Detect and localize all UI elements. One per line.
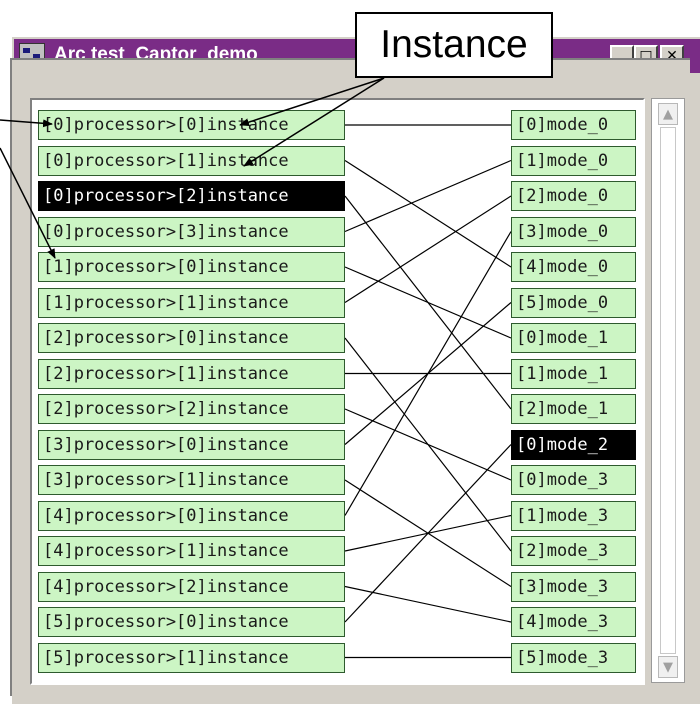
left-list-item[interactable]: [2]processor>[1]instance <box>38 358 345 389</box>
right-list-item[interactable]: [0]mode_2 <box>511 429 636 460</box>
right-list-item[interactable]: [1]mode_0 <box>511 145 636 176</box>
left-list-item[interactable]: [0]processor>[0]instance <box>38 110 345 140</box>
right-list-item[interactable]: [2]mode_0 <box>511 181 636 211</box>
left-list-item[interactable]: [0]processor>[2]instance <box>38 181 345 211</box>
left-list-item[interactable]: [1]processor>[0]instance <box>38 252 345 282</box>
left-list-item[interactable]: [3]processor>[0]instance <box>38 429 345 460</box>
right-list-item[interactable]: [0]mode_1 <box>511 323 636 353</box>
right-list-item[interactable]: [1]mode_1 <box>511 358 636 389</box>
left-list-item[interactable]: [1]processor>[1]instance <box>38 287 345 318</box>
instance-callout: Instance <box>355 12 553 78</box>
right-list-item[interactable]: [3]mode_3 <box>511 571 636 602</box>
right-list-item[interactable]: [4]mode_0 <box>511 252 636 282</box>
left-list-item[interactable]: [5]processor>[0]instance <box>38 607 345 637</box>
right-list-item[interactable]: [5]mode_0 <box>511 287 636 318</box>
right-list-item[interactable]: [5]mode_3 <box>511 642 636 673</box>
left-list-item[interactable]: [0]processor>[3]instance <box>38 216 345 247</box>
left-list-item[interactable]: [4]processor>[1]instance <box>38 536 345 566</box>
left-list-item[interactable]: [5]processor>[1]instance <box>38 642 345 673</box>
left-list-item[interactable]: [0]processor>[1]instance <box>38 145 345 176</box>
right-list-item[interactable]: [0]mode_3 <box>511 465 636 495</box>
left-list-item[interactable]: [2]processor>[0]instance <box>38 323 345 353</box>
scroll-up-arrow-icon[interactable]: ▲ <box>658 103 678 125</box>
right-list-item[interactable]: [4]mode_3 <box>511 607 636 637</box>
right-list-item[interactable]: [2]mode_1 <box>511 394 636 424</box>
right-list-item[interactable]: [2]mode_3 <box>511 536 636 566</box>
left-list-item[interactable]: [4]processor>[2]instance <box>38 571 345 602</box>
vertical-scrollbar[interactable]: ▲ ▼ <box>651 98 685 683</box>
scrollbar-track[interactable] <box>660 127 676 654</box>
left-list-item[interactable]: [4]processor>[0]instance <box>38 500 345 531</box>
left-list-item[interactable]: [2]processor>[2]instance <box>38 394 345 424</box>
right-list-item[interactable]: [3]mode_0 <box>511 216 636 247</box>
right-list-item[interactable]: [0]mode_0 <box>511 110 636 140</box>
left-list-item[interactable]: [3]processor>[1]instance <box>38 465 345 495</box>
scroll-down-arrow-icon[interactable]: ▼ <box>658 656 678 678</box>
right-list-item[interactable]: [1]mode_3 <box>511 500 636 531</box>
